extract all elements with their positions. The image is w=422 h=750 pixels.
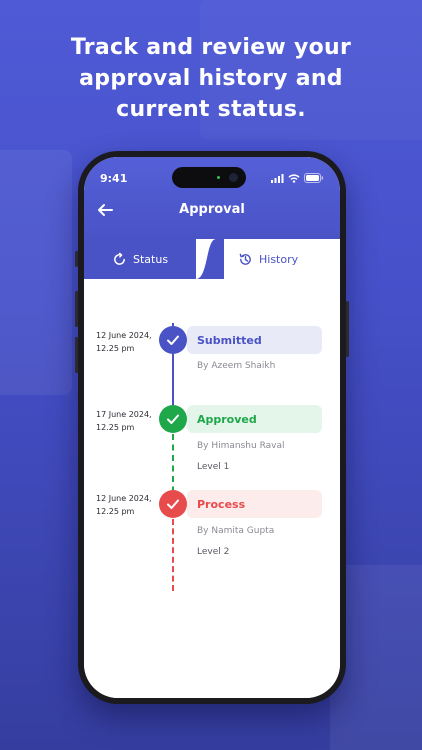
phone-side-button	[75, 337, 78, 373]
status-badge: Approved	[187, 405, 322, 433]
approver-name: By Azeem Shaikh	[197, 361, 276, 371]
timeline-date: 17 June 2024, 12.25 pm	[96, 410, 152, 432]
tab-bar: Status History	[84, 239, 340, 279]
timeline-connector	[172, 519, 174, 591]
status-bar-time: 9:41	[100, 172, 128, 185]
phone-side-button	[75, 251, 78, 267]
headline: Track and review your approval history a…	[70, 35, 352, 122]
approval-timeline: 12 June 2024, 12.25 pm Submitted By Azeem…	[84, 279, 340, 698]
approver-name: By Namita Gupta	[197, 526, 275, 536]
page-title: Approval	[179, 202, 245, 217]
signal-icon	[271, 173, 284, 183]
bg-decoration	[0, 150, 72, 395]
battery-icon	[304, 173, 324, 183]
approval-level: Level 1	[197, 462, 230, 472]
phone-frame: 9:41 Approval Status History 12 June 202…	[75, 151, 349, 704]
refresh-icon	[114, 252, 125, 265]
phone-side-button	[346, 301, 349, 357]
timeline-date: 12 June 2024, 12.25 pm	[96, 494, 152, 516]
phone-side-button	[75, 291, 78, 327]
wifi-icon	[288, 173, 300, 183]
tab-status[interactable]: Status	[112, 239, 168, 279]
app-screen: 9:41 Approval Status History 12 June 202…	[84, 157, 340, 698]
approval-level: Level 2	[197, 547, 230, 557]
status-bar-icons	[271, 173, 324, 183]
tab-status-curve	[196, 239, 216, 279]
tab-history[interactable]: History	[238, 239, 298, 279]
check-icon	[159, 490, 187, 518]
app-header: 9:41 Approval	[84, 157, 340, 239]
approver-name: By Himanshu Raval	[197, 441, 285, 451]
tab-status-label: Status	[133, 252, 169, 266]
status-badge: Process	[187, 490, 322, 518]
check-icon	[159, 326, 187, 354]
dynamic-island	[172, 167, 246, 188]
status-badge: Submitted	[187, 326, 322, 354]
tab-history-label: History	[259, 252, 299, 266]
history-icon	[239, 253, 251, 265]
check-icon	[159, 405, 187, 433]
timeline-date: 12 June 2024, 12.25 pm	[96, 331, 152, 353]
